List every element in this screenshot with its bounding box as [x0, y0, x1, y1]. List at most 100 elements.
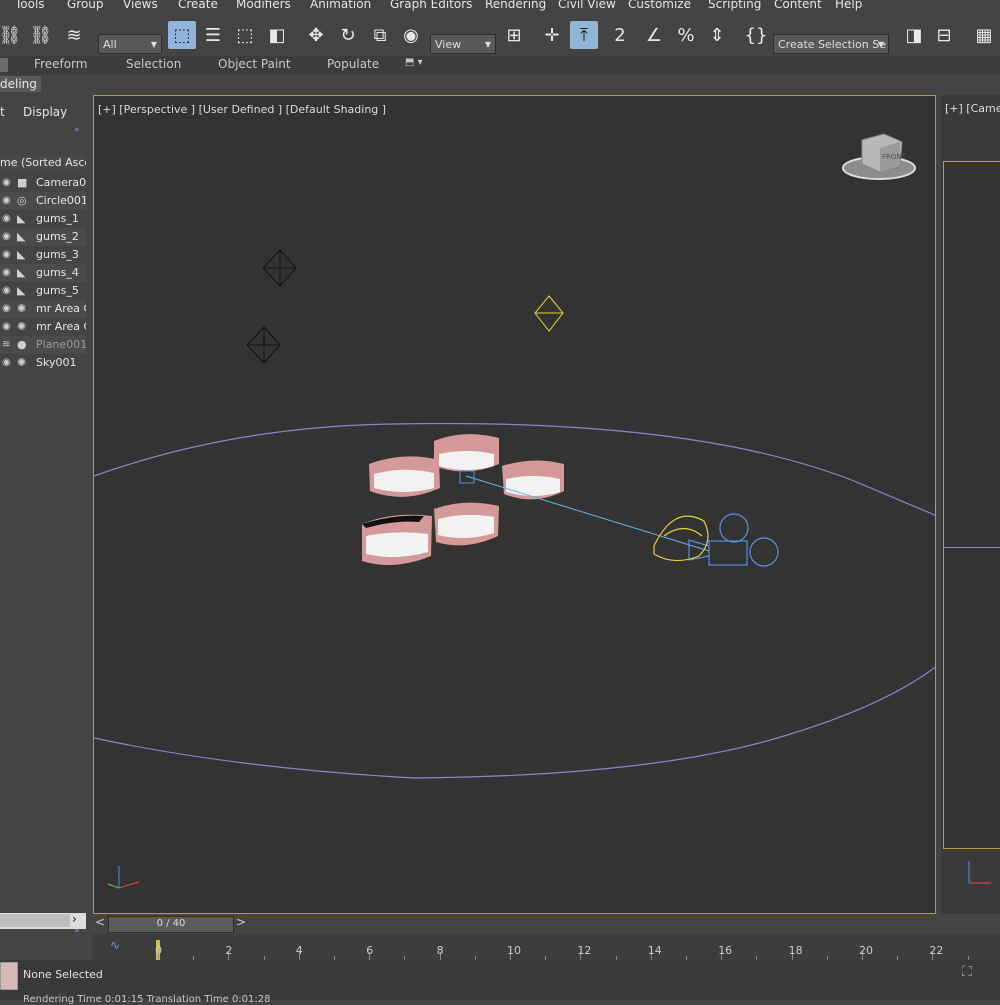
explorer-row[interactable]: ◉ ✺ Sky001 — [0, 354, 86, 372]
menu-scripting[interactable]: Scripting — [708, 0, 761, 11]
track-bar[interactable]: ∿ 0 2 4 6 8 10 12 14 16 18 20 22 — [92, 934, 1000, 960]
gums-model[interactable] — [434, 502, 499, 546]
gums-model[interactable] — [434, 434, 499, 472]
tab-populate[interactable]: Populate — [327, 57, 379, 71]
scroll-right-icon[interactable]: › — [72, 912, 77, 926]
spinner-snap-icon[interactable]: ⇕ — [703, 21, 731, 49]
menu-rendering[interactable]: Rendering — [485, 0, 546, 11]
time-next-icon[interactable]: > — [236, 915, 246, 929]
view-cube[interactable]: FRONT — [842, 133, 916, 180]
layer-icon[interactable]: ≋ — [2, 339, 14, 350]
horizon-line — [944, 547, 1000, 548]
perspective-viewport[interactable]: [+] [Perspective ] [User Defined ] [Defa… — [93, 95, 936, 914]
snaps-toggle-icon[interactable]: 2 — [606, 21, 634, 49]
unlink-icon[interactable]: ⛓ — [27, 21, 55, 49]
menu-civil-view[interactable]: Civil View — [558, 0, 616, 11]
select-rotate-icon[interactable]: ↻ — [334, 21, 362, 49]
select-move-icon[interactable]: ✥ — [302, 21, 330, 49]
select-by-name-icon[interactable]: ☰ — [199, 21, 227, 49]
explorer-row[interactable]: ≋ ● Plane001 — [0, 336, 86, 354]
menu-tools[interactable]: Tools — [15, 0, 45, 11]
ribbon-collapse-button[interactable] — [0, 58, 8, 72]
select-manipulate-icon[interactable]: ✛ — [538, 21, 566, 49]
explorer-row[interactable]: ◉ ◣ gums_1 — [0, 210, 86, 228]
select-place-icon[interactable]: ◉ — [397, 21, 425, 49]
menu-group[interactable]: Group — [67, 0, 104, 11]
circle-shape-lower[interactable] — [94, 666, 936, 779]
angle-snap-icon[interactable]: ∠ — [640, 21, 668, 49]
sky-light-gizmo[interactable] — [534, 295, 564, 332]
menu-help[interactable]: Help — [835, 0, 862, 11]
visibility-eye-icon[interactable]: ◉ — [2, 285, 14, 296]
maxscript-listener-button[interactable] — [0, 962, 18, 990]
menu-graph-editors[interactable]: Graph Editors — [390, 0, 472, 11]
camera-target-line — [465, 475, 710, 552]
explorer-row[interactable]: ◉ ◣ gums_3 — [0, 246, 86, 264]
menu-create[interactable]: Create — [178, 0, 218, 11]
menu-modifiers[interactable]: Modifiers — [236, 0, 291, 11]
visibility-eye-icon[interactable]: ◉ — [2, 213, 14, 224]
rectangular-selection-icon[interactable]: ⬚ — [231, 21, 259, 49]
keyboard-shortcut-override-icon[interactable]: ⤒ — [570, 21, 598, 49]
gums-model[interactable] — [502, 460, 564, 500]
reference-coordinate-dropdown[interactable]: View ▼ — [430, 34, 496, 54]
menu-content[interactable]: Content — [774, 0, 822, 11]
gums-model[interactable] — [362, 514, 432, 565]
layer-explorer-icon[interactable]: ▦ — [970, 21, 998, 49]
time-prev-icon[interactable]: < — [95, 915, 105, 929]
named-selection-set-dropdown[interactable]: Create Selection Se ▼ — [773, 34, 889, 54]
camera-gizmo[interactable] — [688, 513, 779, 567]
main-toolbar: ⛓ ⛓ ≋ All ▼ ⬚ ☰ ⬚ ◧ ✥ ↻ ⧉ ◉ View ▼ ⊞ ✛ ⤒ 2… — [0, 14, 1000, 56]
skylight-dome-gizmo[interactable] — [653, 515, 709, 562]
tab-selection[interactable]: Selection — [126, 57, 181, 71]
align-icon[interactable]: ⊟ — [930, 21, 958, 49]
gums-model[interactable] — [369, 456, 440, 497]
window-crossing-icon[interactable]: ◧ — [263, 21, 291, 49]
select-scale-icon[interactable]: ⧉ — [366, 21, 394, 49]
visibility-eye-icon[interactable]: ◉ — [2, 177, 14, 188]
mirror-icon[interactable]: ◨ — [900, 21, 928, 49]
camera-target-icon[interactable] — [459, 470, 475, 484]
menu-views[interactable]: Views — [123, 0, 158, 11]
explorer-scrollbar[interactable]: › — [0, 912, 86, 929]
visibility-eye-icon[interactable]: ◉ — [2, 303, 14, 314]
explorer-row[interactable]: ◉■ Camera001 — [0, 174, 86, 192]
camera-viewport[interactable]: [+] [Came — [941, 95, 1000, 914]
explorer-row[interactable]: ◉ ◣ gums_5 — [0, 282, 86, 300]
timeline-tick-label: 16 — [718, 944, 733, 957]
zoom-extents-icon[interactable]: ⛶ — [962, 964, 972, 980]
visibility-eye-icon[interactable]: ◉ — [2, 321, 14, 332]
expand-arrows-icon[interactable]: » — [74, 125, 80, 135]
time-slider[interactable]: 0 / 40 — [108, 916, 234, 933]
visibility-eye-icon[interactable]: ◉ — [2, 357, 14, 368]
link-icon[interactable]: ⛓ — [0, 21, 24, 49]
explorer-row[interactable]: ◉✺ mr Area O — [0, 318, 86, 336]
viewport2-label-menu[interactable]: [+] [Came — [945, 102, 1000, 115]
tab-freeform[interactable]: Freeform — [34, 57, 87, 71]
explorer-row[interactable]: ◉ ◣ gums_4 — [0, 264, 86, 282]
tab-object-paint[interactable]: Object Paint — [218, 57, 291, 71]
ribbon-options-icon[interactable]: ⬒ ▾ — [405, 57, 423, 68]
curve-editor-icon[interactable]: ∿ — [110, 938, 120, 952]
column-header-name[interactable]: me (Sorted Ascen — [0, 156, 86, 169]
percent-snap-icon[interactable]: % — [672, 21, 700, 49]
tab-modeling[interactable]: deling — [0, 76, 41, 92]
edit-named-selection-icon[interactable]: {} — [742, 21, 770, 49]
visibility-eye-icon[interactable]: ◉ — [2, 249, 14, 260]
area-light-gizmo[interactable] — [246, 326, 281, 364]
area-light-gizmo[interactable] — [262, 249, 297, 287]
select-object-icon[interactable]: ⬚ — [168, 21, 196, 49]
visibility-eye-icon[interactable]: ◉ — [2, 231, 14, 242]
explorer-row[interactable]: ◉✺ mr Area O — [0, 300, 86, 318]
menu-customize[interactable]: Customize — [628, 0, 691, 11]
selection-filter-dropdown[interactable]: All ▼ — [98, 34, 162, 54]
tab-display[interactable]: Display — [23, 105, 67, 119]
menu-animation[interactable]: Animation — [310, 0, 371, 11]
bind-space-warp-icon[interactable]: ≋ — [60, 21, 88, 49]
explorer-row[interactable]: ◉ ◎ Circle001 — [0, 192, 86, 210]
explorer-row[interactable]: ◉ ◣ gums_2 — [0, 228, 86, 246]
tab-select[interactable]: t — [0, 105, 5, 119]
pivot-center-icon[interactable]: ⊞ — [500, 21, 528, 49]
visibility-eye-icon[interactable]: ◉ — [2, 195, 14, 206]
visibility-eye-icon[interactable]: ◉ — [2, 267, 14, 278]
